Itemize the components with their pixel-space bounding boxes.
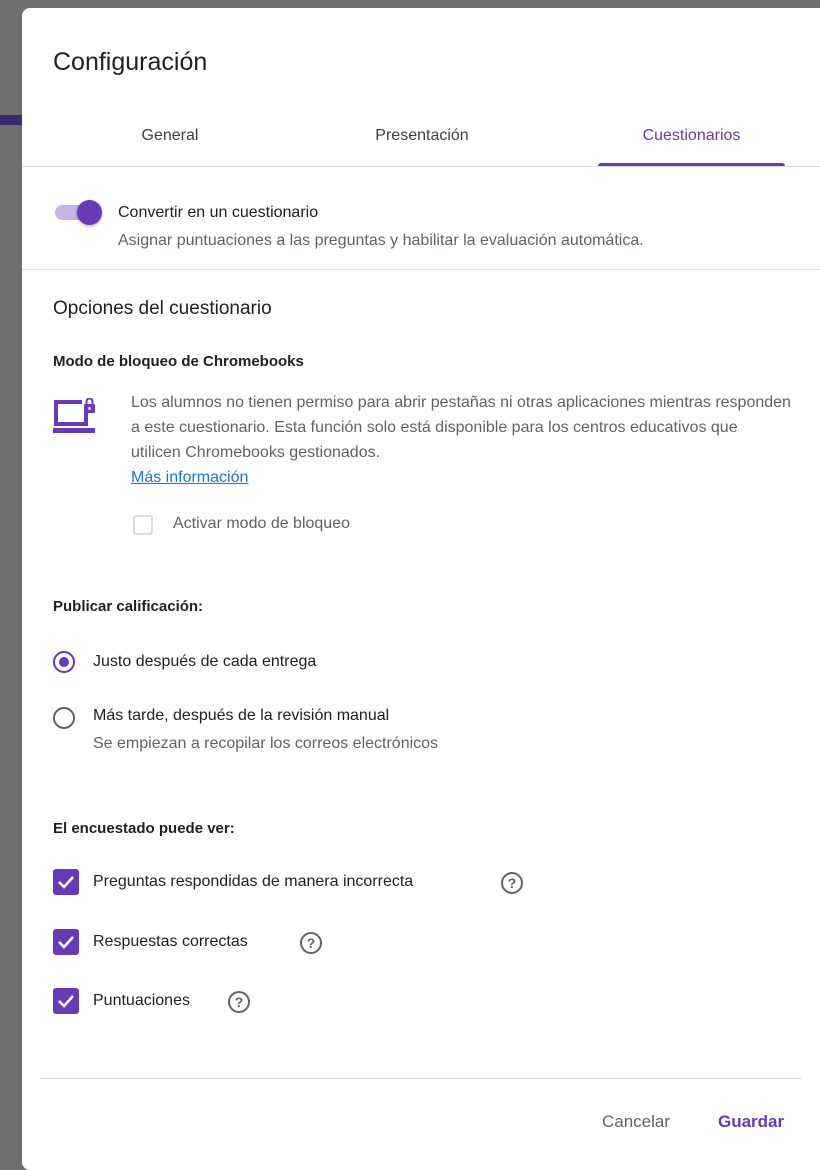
publish-grade-heading: Publicar calificación: xyxy=(53,598,204,615)
help-icon[interactable]: ? xyxy=(300,932,322,954)
checkbox-correct-answers-label: Respuestas correctas xyxy=(93,933,248,950)
checkbox-correct-answers[interactable] xyxy=(53,929,79,955)
quiz-toggle-switch[interactable] xyxy=(53,200,105,225)
checkbox-incorrect-questions-label: Preguntas respondidas de manera incorrec… xyxy=(93,873,414,890)
tabs-divider xyxy=(22,166,820,167)
save-button[interactable]: Guardar xyxy=(718,1112,784,1132)
tab-general[interactable]: General xyxy=(80,116,260,168)
help-icon[interactable]: ? xyxy=(228,991,250,1013)
background-header-strip xyxy=(0,115,22,125)
radio-immediately[interactable] xyxy=(53,651,75,673)
quiz-options-title: Opciones del cuestionario xyxy=(53,298,272,319)
checkbox-scores[interactable] xyxy=(53,988,79,1014)
respondent-can-see-heading: El encuestado puede ver: xyxy=(53,820,235,837)
section-divider xyxy=(22,269,820,270)
radio-immediately-label: Justo después de cada entrega xyxy=(93,653,317,670)
toggle-thumb xyxy=(77,200,102,225)
lock-mode-description: Los alumnos no tienen permiso para abrir… xyxy=(131,390,791,490)
lock-mode-description-text: Los alumnos no tienen permiso para abrir… xyxy=(131,394,791,461)
quiz-toggle-description: Asignar puntuaciones a las preguntas y h… xyxy=(118,232,644,249)
checkbox-scores-label: Puntuaciones xyxy=(93,992,190,1009)
checkbox-incorrect-questions[interactable] xyxy=(53,869,79,895)
radio-later-label: Más tarde, después de la revisión manual xyxy=(93,707,390,724)
more-info-link[interactable]: Más información xyxy=(131,465,248,490)
lock-mode-heading: Modo de bloqueo de Chromebooks xyxy=(53,353,304,370)
settings-dialog: Configuración General Presentación Cuest… xyxy=(22,8,820,1170)
tab-presentation[interactable]: Presentación xyxy=(332,116,512,168)
radio-later-manual-review[interactable] xyxy=(53,707,75,729)
footer-divider xyxy=(40,1078,802,1079)
radio-later-sublabel: Se empiezan a recopilar los correos elec… xyxy=(93,735,439,752)
help-icon[interactable]: ? xyxy=(501,872,523,894)
lock-mode-checkbox-label: Activar modo de bloqueo xyxy=(173,515,350,532)
laptop-lock-icon xyxy=(53,397,97,442)
cancel-button[interactable]: Cancelar xyxy=(602,1112,670,1132)
quiz-toggle-label: Convertir en un cuestionario xyxy=(118,204,319,221)
tab-bar: General Presentación Cuestionarios xyxy=(22,116,820,168)
dialog-title: Configuración xyxy=(53,48,208,76)
tab-quizzes[interactable]: Cuestionarios xyxy=(598,116,785,168)
lock-mode-checkbox[interactable] xyxy=(133,515,153,535)
